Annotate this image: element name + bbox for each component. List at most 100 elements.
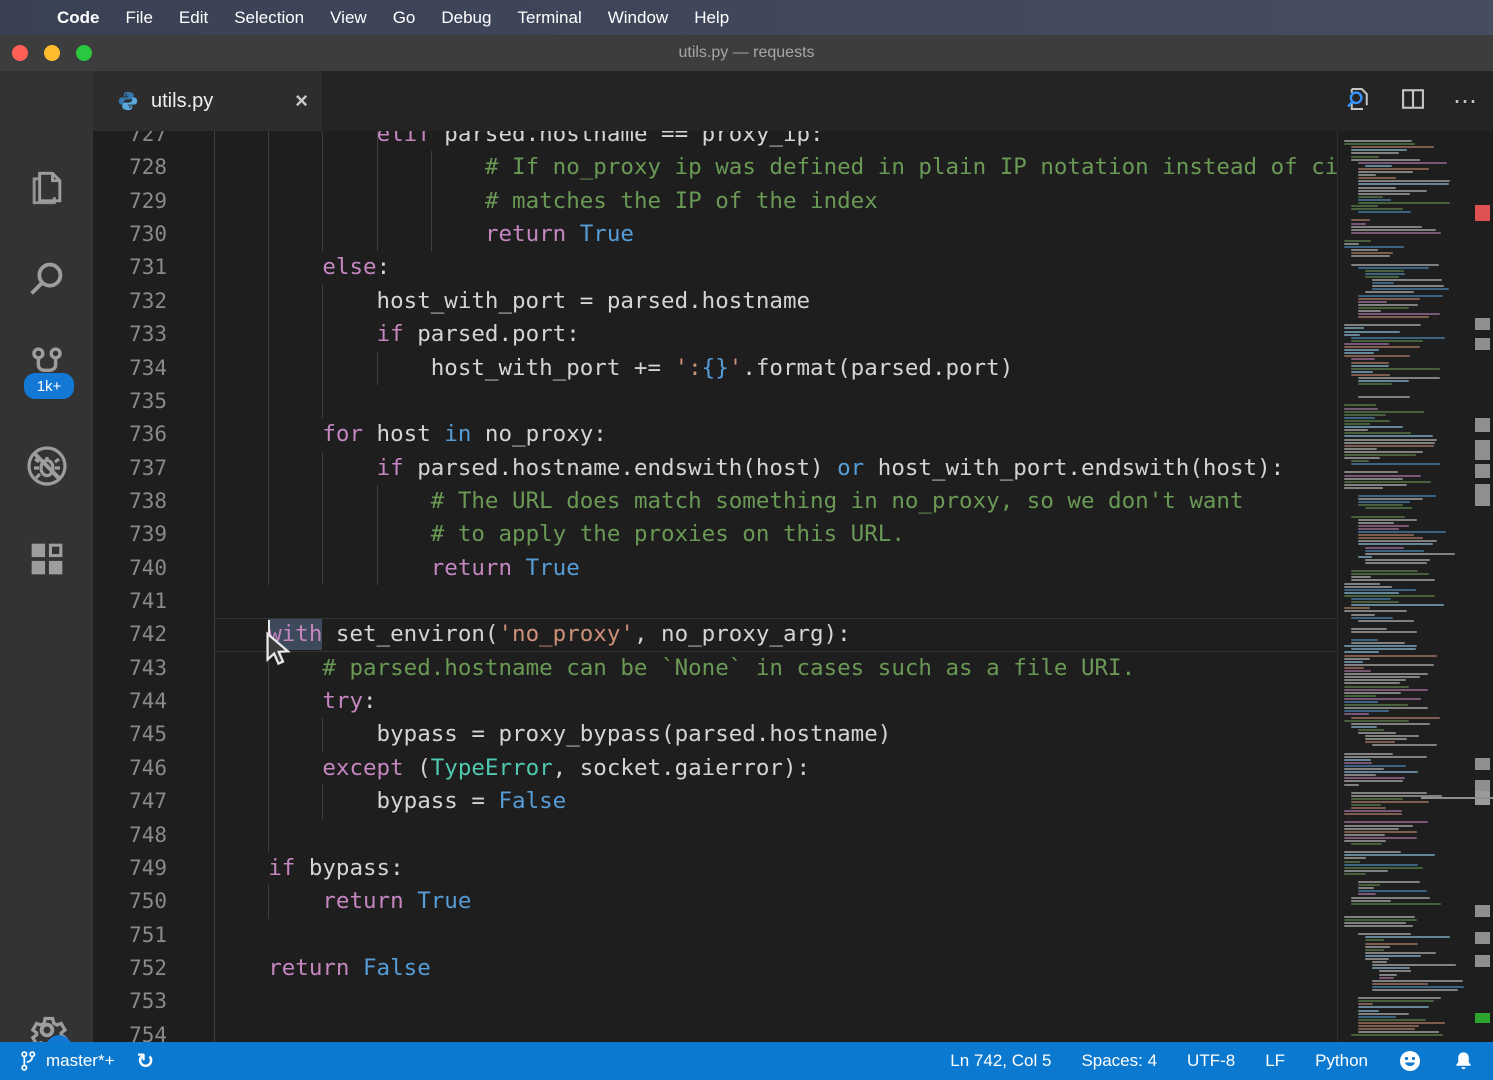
code-line[interactable]: 738 # The URL does match something in no… (93, 485, 1337, 518)
cursor-position[interactable]: Ln 742, Col 5 (950, 1051, 1051, 1071)
line-number[interactable]: 746 (93, 752, 167, 785)
tab-close-icon[interactable]: × (295, 88, 308, 114)
code-line[interactable]: 730 return True (93, 218, 1337, 251)
line-number[interactable]: 749 (93, 852, 167, 885)
menu-item-debug[interactable]: Debug (428, 8, 504, 28)
menu-item-code[interactable]: Code (44, 8, 113, 28)
code-line[interactable]: 740 return True (93, 552, 1337, 585)
indentation[interactable]: Spaces: 4 (1081, 1051, 1157, 1071)
code-line[interactable]: 752 return False (93, 952, 1337, 985)
line-number[interactable]: 747 (93, 785, 167, 818)
code-line[interactable]: 736 for host in no_proxy: (93, 418, 1337, 451)
menu-item-window[interactable]: Window (595, 8, 681, 28)
search-icon[interactable] (0, 243, 93, 313)
menu-item-terminal[interactable]: Terminal (504, 8, 594, 28)
line-number[interactable]: 735 (93, 385, 167, 418)
editor[interactable]: 727 elif parsed.hostname == proxy_ip:728… (93, 131, 1493, 1042)
line-number[interactable]: 754 (93, 1019, 167, 1042)
explorer-icon[interactable] (0, 153, 93, 223)
code-line[interactable]: 750 return True (93, 885, 1337, 918)
overview-ruler[interactable] (1472, 131, 1493, 1042)
code-line[interactable]: 735 (93, 385, 1337, 418)
code-line[interactable]: 727 elif parsed.hostname == proxy_ip: (93, 131, 1337, 151)
more-actions-icon[interactable]: ⋯ (1453, 87, 1479, 116)
code-line[interactable]: 744 try: (93, 685, 1337, 718)
line-number[interactable]: 732 (93, 285, 167, 318)
screen: Code File Edit Selection View Go Debug T… (0, 0, 1493, 1080)
code-line[interactable]: 739 # to apply the proxies on this URL. (93, 518, 1337, 551)
code-line[interactable]: 746 except (TypeError, socket.gaierror): (93, 752, 1337, 785)
line-number[interactable]: 730 (93, 218, 167, 251)
minimap-line (1344, 411, 1424, 413)
git-branch-item[interactable]: master*+ (18, 1050, 115, 1072)
minimize-window-button[interactable] (44, 45, 60, 61)
line-number[interactable]: 743 (93, 652, 167, 685)
minimap-line (1344, 713, 1369, 715)
menu-item-go[interactable]: Go (380, 8, 429, 28)
notifications-bell-icon[interactable] (1452, 1049, 1475, 1073)
current-line-border (214, 618, 1337, 619)
eol-sequence[interactable]: LF (1265, 1051, 1285, 1071)
code-line[interactable]: 734 host_with_port += ':{}'.format(parse… (93, 352, 1337, 385)
code-line[interactable]: 748 (93, 819, 1337, 852)
feedback-smiley-icon[interactable] (1398, 1049, 1422, 1073)
split-editor-icon[interactable] (1399, 85, 1427, 118)
source-control-icon[interactable]: 1k+ (0, 329, 93, 399)
window-title-bar[interactable]: utils.py — requests (0, 35, 1493, 71)
code-line[interactable]: 728 # If no_proxy ip was defined in plai… (93, 151, 1337, 184)
code-line[interactable]: 751 (93, 919, 1337, 952)
line-number[interactable]: 739 (93, 518, 167, 551)
minimap-line (1358, 620, 1414, 622)
line-number[interactable]: 751 (93, 919, 167, 952)
zoom-window-button[interactable] (76, 45, 92, 61)
line-number[interactable]: 731 (93, 251, 167, 284)
code-line[interactable]: 729 # matches the IP of the index (93, 185, 1337, 218)
minimap-line (1344, 710, 1389, 712)
menu-item-help[interactable]: Help (681, 8, 742, 28)
language-mode[interactable]: Python (1315, 1051, 1368, 1071)
code-line[interactable]: 747 bypass = False (93, 785, 1337, 818)
line-number[interactable]: 750 (93, 885, 167, 918)
minimap-line (1358, 1022, 1445, 1024)
menu-item-file[interactable]: File (113, 8, 166, 28)
line-number[interactable]: 740 (93, 552, 167, 585)
line-number[interactable]: 738 (93, 485, 167, 518)
open-changes-icon[interactable] (1343, 84, 1373, 119)
code-line[interactable]: 754 (93, 1019, 1337, 1042)
menu-item-selection[interactable]: Selection (221, 8, 317, 28)
line-number[interactable]: 737 (93, 452, 167, 485)
line-number[interactable]: 727 (93, 131, 167, 151)
menu-item-view[interactable]: View (317, 8, 380, 28)
menu-item-edit[interactable]: Edit (166, 8, 221, 28)
code-line[interactable]: 741 (93, 585, 1337, 618)
line-number[interactable]: 753 (93, 985, 167, 1018)
code-line[interactable]: 737 if parsed.hostname.endswith(host) or… (93, 452, 1337, 485)
line-number[interactable]: 734 (93, 352, 167, 385)
line-number[interactable]: 745 (93, 718, 167, 751)
code-line[interactable]: 753 (93, 985, 1337, 1018)
encoding[interactable]: UTF-8 (1187, 1051, 1235, 1071)
line-number[interactable]: 733 (93, 318, 167, 351)
line-number[interactable]: 752 (93, 952, 167, 985)
line-number[interactable]: 744 (93, 685, 167, 718)
line-number[interactable]: 729 (93, 185, 167, 218)
line-number[interactable]: 741 (93, 585, 167, 618)
minimap-line (1351, 726, 1377, 728)
code-line[interactable]: 733 if parsed.port: (93, 318, 1337, 351)
code-line[interactable]: 745 bypass = proxy_bypass(parsed.hostnam… (93, 718, 1337, 751)
line-number[interactable]: 748 (93, 819, 167, 852)
close-window-button[interactable] (12, 45, 28, 61)
minimap[interactable] (1337, 131, 1472, 1042)
tab-utils-py[interactable]: utils.py × (93, 71, 323, 131)
line-number[interactable]: 736 (93, 418, 167, 451)
code-line[interactable]: 732 host_with_port = parsed.hostname (93, 285, 1337, 318)
sync-icon[interactable]: ↻ (137, 1049, 155, 1073)
line-number[interactable]: 728 (93, 151, 167, 184)
minimap-line (1344, 343, 1389, 345)
line-number[interactable]: 742 (93, 618, 167, 651)
code-line[interactable]: 731 else: (93, 251, 1337, 284)
minimap-line (1344, 759, 1371, 761)
code-line[interactable]: 749 if bypass: (93, 852, 1337, 885)
extensions-icon[interactable] (0, 524, 93, 594)
debug-icon[interactable] (0, 431, 93, 501)
